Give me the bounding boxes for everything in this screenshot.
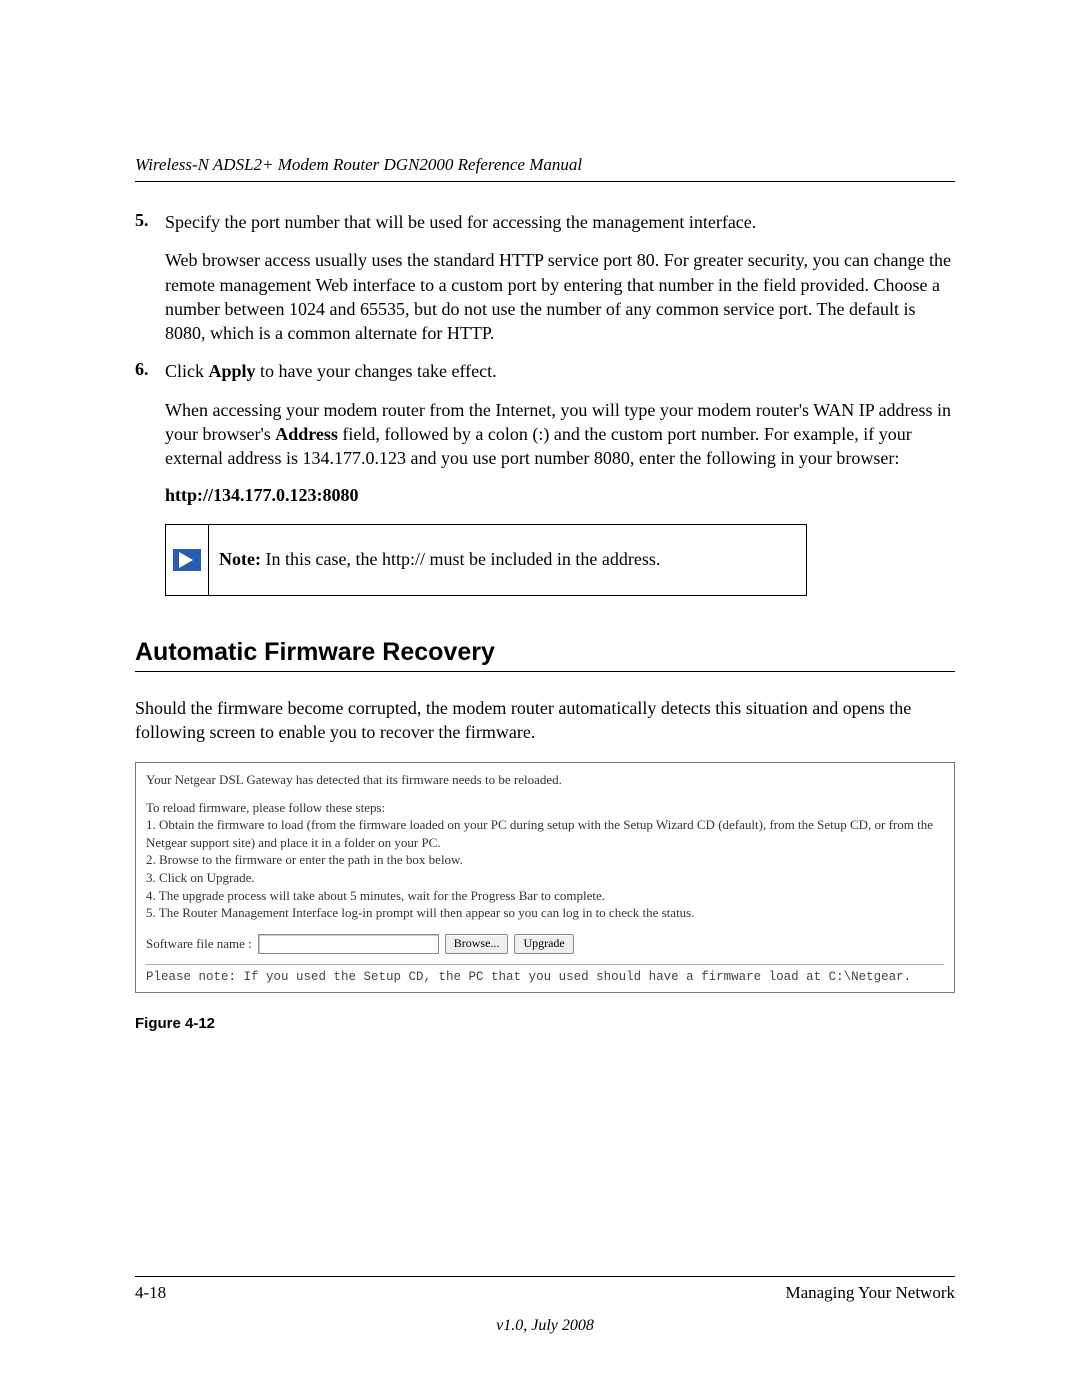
section-intro: Should the firmware become corrupted, th… (135, 696, 955, 745)
manual-title: Wireless-N ADSL2+ Modem Router DGN2000 R… (135, 155, 955, 175)
footer-version: v1.0, July 2008 (135, 1317, 955, 1335)
step-number: 5. (135, 210, 165, 345)
step-6-line: Click Apply to have your changes take ef… (165, 359, 955, 383)
figure-caption: Figure 4-12 (135, 1015, 955, 1032)
apply-label: Apply (209, 361, 256, 381)
file-label: Software file name : (146, 935, 252, 953)
file-row: Software file name : Browse... Upgrade (146, 934, 944, 954)
note-icon-cell (166, 525, 209, 595)
example-url: http://134.177.0.123:8080 (165, 485, 955, 506)
recovery-step: 1. Obtain the firmware to load (from the… (146, 816, 944, 851)
recovery-steps-title: To reload firmware, please follow these … (146, 799, 944, 817)
section-rule (135, 671, 955, 672)
footer-section: Managing Your Network (785, 1283, 955, 1303)
recovery-lead: Your Netgear DSL Gateway has detected th… (146, 771, 944, 789)
recovery-step: 4. The upgrade process will take about 5… (146, 887, 944, 905)
step-5: 5. Specify the port number that will be … (135, 210, 955, 345)
software-file-input[interactable] (258, 934, 439, 954)
recovery-step: 5. The Router Management Interface log-i… (146, 904, 944, 922)
firmware-recovery-screenshot: Your Netgear DSL Gateway has detected th… (135, 762, 955, 992)
recovery-mono-note: Please note: If you used the Setup CD, t… (146, 969, 944, 986)
footer-rule (135, 1276, 955, 1277)
page-number: 4-18 (135, 1283, 166, 1303)
step-5-line: Specify the port number that will be use… (165, 210, 955, 234)
step-6: 6. Click Apply to have your changes take… (135, 359, 955, 470)
step-6-paragraph: When accessing your modem router from th… (165, 398, 955, 471)
recovery-step: 3. Click on Upgrade. (146, 869, 944, 887)
recovery-step: 2. Browse to the firmware or enter the p… (146, 851, 944, 869)
recovery-divider (146, 964, 944, 965)
browse-button[interactable]: Browse... (445, 934, 509, 954)
step-5-paragraph: Web browser access usually uses the stan… (165, 248, 955, 345)
note-box: Note: In this case, the http:// must be … (165, 524, 807, 596)
address-field-label: Address (275, 424, 338, 444)
note-text: Note: In this case, the http:// must be … (209, 525, 806, 595)
arrow-icon (173, 549, 201, 571)
upgrade-button[interactable]: Upgrade (514, 934, 573, 954)
step-number: 6. (135, 359, 165, 470)
section-heading: Automatic Firmware Recovery (135, 638, 955, 667)
page-footer: 4-18 Managing Your Network v1.0, July 20… (135, 1276, 955, 1335)
